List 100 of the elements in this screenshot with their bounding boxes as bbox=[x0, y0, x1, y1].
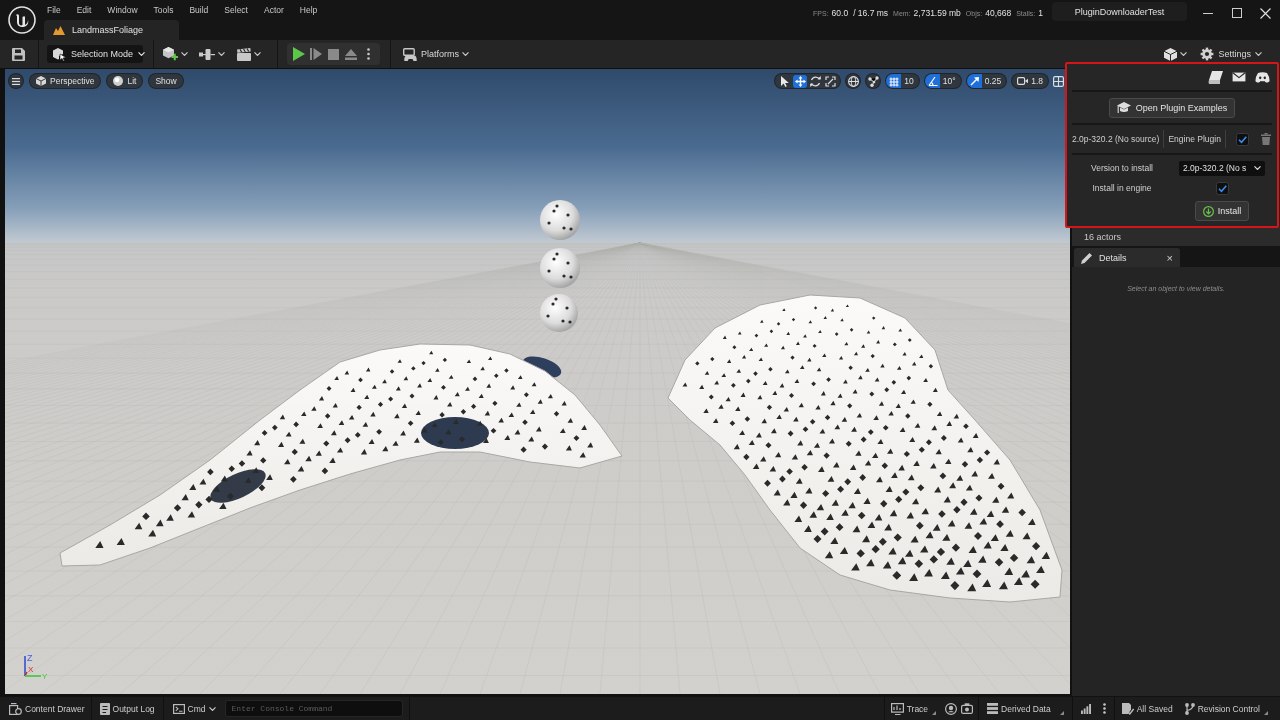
grid-snap-button[interactable]: 10 bbox=[885, 73, 920, 89]
mascot-face-icon[interactable] bbox=[1255, 71, 1270, 83]
show-view-button[interactable]: Show bbox=[148, 73, 184, 89]
caret-icon bbox=[138, 52, 146, 56]
camera-speed-button[interactable]: 1.8 bbox=[1011, 73, 1049, 89]
close-icon bbox=[1260, 7, 1271, 19]
cursor-icon bbox=[779, 75, 791, 87]
menu-item[interactable]: Help bbox=[299, 5, 318, 15]
console-input[interactable]: Enter Console Command bbox=[224, 700, 403, 717]
menu-item[interactable]: File bbox=[47, 5, 61, 15]
mountain-icon bbox=[53, 25, 65, 35]
checkbox[interactable] bbox=[1215, 181, 1229, 195]
caret-icon bbox=[218, 52, 225, 56]
menu-item[interactable]: Window bbox=[107, 5, 138, 15]
eraser-icon[interactable] bbox=[1208, 70, 1223, 84]
connected-dots-icon bbox=[867, 75, 879, 87]
kebab-icon bbox=[366, 48, 370, 60]
rotation-snap-button[interactable]: 10° bbox=[923, 73, 962, 89]
menu-item[interactable]: Build bbox=[189, 5, 209, 15]
sphere bbox=[540, 294, 578, 332]
actor-count: 16 actors bbox=[1084, 231, 1122, 242]
scale-snap-button[interactable]: 0.25 bbox=[965, 73, 1008, 89]
play-icon bbox=[292, 47, 305, 61]
stop-icon bbox=[327, 48, 339, 60]
envelope-icon[interactable] bbox=[1232, 72, 1246, 82]
trash-icon bbox=[1260, 133, 1271, 145]
menu-item[interactable]: Tools bbox=[153, 5, 174, 15]
close-tab-button[interactable]: × bbox=[1166, 248, 1173, 267]
terminal-icon bbox=[172, 703, 185, 714]
menu-item[interactable]: Edit bbox=[76, 5, 92, 15]
perspective-view-button[interactable]: Perspective bbox=[29, 73, 102, 89]
sphere bbox=[540, 248, 580, 288]
globe-icon bbox=[847, 75, 859, 87]
lit-view-button[interactable]: Lit bbox=[106, 73, 144, 89]
revision-control-button[interactable]: Revision Control bbox=[1178, 697, 1271, 720]
log-icon bbox=[99, 702, 110, 715]
rotate-arrows-icon bbox=[809, 75, 821, 87]
scale-tool-button[interactable] bbox=[823, 74, 838, 88]
delete-button[interactable] bbox=[1260, 133, 1271, 145]
details-tab[interactable]: Details bbox=[1081, 248, 1127, 267]
camera-icon bbox=[961, 703, 974, 714]
stat-value: 60.0 bbox=[831, 8, 849, 18]
corner-triangle-icon bbox=[1264, 710, 1268, 715]
minimize-icon bbox=[1202, 12, 1213, 14]
cube-plus-icon bbox=[163, 47, 178, 61]
installed-version: 2.0p-320.2 (No source) bbox=[1072, 134, 1160, 144]
open-examples-button[interactable]: Open Plugin Examples bbox=[1108, 98, 1236, 118]
field-label: Version to install bbox=[1091, 163, 1153, 173]
stat-value: / 16.7 ms bbox=[853, 8, 889, 18]
version-dropdown[interactable]: 2.0p-320.2 (No s bbox=[1179, 160, 1265, 176]
plugin-type: Engine Plugin bbox=[1168, 134, 1221, 144]
caret-icon bbox=[1180, 52, 1188, 56]
mode-dropdown[interactable]: Selection Mode bbox=[47, 45, 143, 63]
caret-icon bbox=[1254, 166, 1261, 170]
derived-data-button[interactable]: Derived Data bbox=[979, 697, 1072, 720]
clapperboard-icon bbox=[237, 47, 251, 61]
video-camera-icon bbox=[1017, 77, 1029, 85]
grid-icon[interactable] bbox=[886, 74, 902, 88]
install-button[interactable]: Install bbox=[1194, 201, 1250, 221]
node-graph-icon bbox=[199, 48, 215, 60]
platforms-button[interactable]: Platforms bbox=[400, 44, 472, 64]
stat-value: 1 bbox=[1038, 8, 1043, 18]
document-check-icon bbox=[1121, 702, 1134, 715]
maximize-icon bbox=[1231, 8, 1242, 18]
logo-icon[interactable] bbox=[8, 6, 36, 34]
project-name: PluginDownloaderTest bbox=[1052, 2, 1187, 21]
move-arrows-icon bbox=[794, 75, 806, 87]
layout-icon[interactable] bbox=[1053, 75, 1064, 87]
document-tab[interactable]: LandmassFoliage bbox=[44, 20, 179, 40]
chart-monitor-icon bbox=[890, 702, 904, 715]
caret-icon bbox=[208, 706, 216, 711]
trace-button[interactable]: Trace bbox=[884, 697, 940, 720]
stat-value: 40,668 bbox=[985, 8, 1012, 18]
move-tool-button[interactable] bbox=[793, 74, 808, 88]
cube-cursor-icon bbox=[53, 47, 66, 61]
download-circle-icon bbox=[1202, 205, 1214, 217]
output-log-button[interactable]: Output Log bbox=[91, 697, 161, 720]
stacked-layers-icon bbox=[987, 703, 999, 714]
content-drawer-button[interactable]: Content Drawer bbox=[0, 697, 91, 720]
menu-item[interactable]: Select bbox=[224, 5, 248, 15]
menu-item[interactable]: Actor bbox=[263, 5, 284, 15]
branch-icon bbox=[1184, 702, 1195, 715]
scale-arrows-icon bbox=[824, 75, 836, 87]
user-circle-icon bbox=[945, 702, 958, 715]
console-mode-dropdown[interactable]: Cmd bbox=[163, 697, 222, 720]
stat-value: 2,731.59 mb bbox=[913, 8, 961, 18]
cube-icon bbox=[36, 76, 46, 86]
settings-icon bbox=[1200, 47, 1215, 61]
graduation-cap-icon bbox=[1116, 101, 1131, 115]
caret-icon bbox=[462, 52, 469, 56]
corner-triangle-icon bbox=[1059, 710, 1064, 715]
field-label: Install in engine bbox=[1092, 183, 1152, 193]
rotate-tool-button[interactable] bbox=[808, 74, 823, 88]
bar-chart-icon bbox=[1080, 703, 1091, 714]
step-forward-icon bbox=[310, 48, 323, 60]
sphere bbox=[540, 200, 580, 240]
angle-icon[interactable] bbox=[924, 74, 940, 88]
checkbox[interactable] bbox=[1235, 132, 1249, 146]
sphere-icon bbox=[113, 76, 124, 86]
all-saved-button[interactable]: All Saved bbox=[1114, 697, 1179, 720]
